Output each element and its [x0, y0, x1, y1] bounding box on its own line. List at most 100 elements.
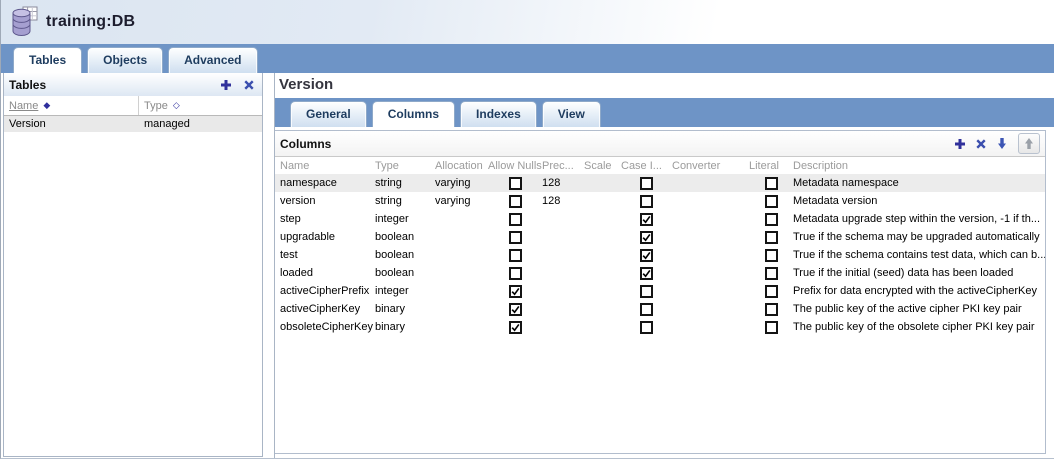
move-up-button[interactable] [1018, 133, 1040, 154]
allow-nulls-checkbox-unchecked[interactable] [509, 195, 522, 208]
main-tabband: TablesObjectsAdvanced [1, 44, 1054, 73]
tables-sort-by-name[interactable]: Name ◆ [4, 96, 139, 115]
detail-panel: Version GeneralColumnsIndexesView Column… [274, 73, 1054, 458]
case-insensitive-checkbox-unchecked[interactable] [640, 177, 653, 190]
name-cell: upgradable [280, 231, 375, 243]
tab-objects[interactable]: Objects [87, 47, 163, 73]
tables-sort-by-type[interactable]: Type ◇ [139, 100, 180, 112]
move-down-button[interactable] [996, 137, 1008, 150]
type-cell: binary [375, 303, 435, 315]
titlebar: training:DB [1, 0, 1054, 44]
column-header-scale[interactable]: Scale [584, 160, 621, 172]
tab-advanced[interactable]: Advanced [168, 47, 257, 73]
plus-icon [221, 80, 231, 90]
detail-tab-columns[interactable]: Columns [372, 101, 455, 127]
allocation-cell: varying [435, 177, 488, 189]
literal-cell [749, 249, 793, 262]
literal-checkbox-unchecked[interactable] [765, 321, 778, 334]
type-cell: boolean [375, 249, 435, 261]
detail-tab-indexes[interactable]: Indexes [460, 101, 537, 127]
column-header-name[interactable]: Name [280, 160, 375, 172]
table-row[interactable]: activeCipherKeybinaryThe public key of t… [275, 300, 1045, 318]
table-row[interactable]: versionstringvarying128Metadata version [275, 192, 1045, 210]
case-insensitive-checkbox-unchecked[interactable] [640, 285, 653, 298]
remove-column-button[interactable] [975, 138, 987, 150]
case-insensitive-checkbox-checked[interactable] [640, 267, 653, 280]
case-insensitive-cell [621, 321, 672, 334]
remove-table-button[interactable] [243, 79, 255, 91]
description-cell: Metadata version [793, 195, 1045, 207]
literal-checkbox-unchecked[interactable] [765, 213, 778, 226]
literal-checkbox-unchecked[interactable] [765, 267, 778, 280]
literal-cell [749, 195, 793, 208]
name-column-label: Name [9, 100, 38, 112]
columns-toolbar: Columns [275, 131, 1045, 157]
allow-nulls-checkbox-unchecked[interactable] [509, 213, 522, 226]
detail-tab-general[interactable]: General [290, 101, 367, 127]
column-header-allocation[interactable]: Allocation [435, 160, 488, 172]
allow-nulls-cell [488, 285, 542, 298]
case-insensitive-checkbox-checked[interactable] [640, 213, 653, 226]
tab-tables[interactable]: Tables [13, 47, 82, 73]
table-row[interactable]: loadedbooleanTrue if the initial (seed) … [275, 264, 1045, 282]
column-header-literal[interactable]: Literal [749, 160, 793, 172]
plus-icon [955, 139, 965, 149]
table-row[interactable]: Versionmanaged [4, 116, 262, 132]
column-header-type[interactable]: Type [375, 160, 435, 172]
columns-panel-title: Columns [280, 137, 954, 151]
type-cell: integer [375, 213, 435, 225]
literal-checkbox-unchecked[interactable] [765, 285, 778, 298]
description-cell: True if the initial (seed) data has been… [793, 267, 1045, 279]
allow-nulls-cell [488, 213, 542, 226]
database-table-icon [10, 6, 40, 38]
arrow-down-icon [998, 138, 1006, 149]
literal-cell [749, 177, 793, 190]
column-header-converter[interactable]: Converter [672, 160, 749, 172]
detail-title: Version [279, 76, 1054, 93]
literal-checkbox-unchecked[interactable] [765, 303, 778, 316]
column-header-case-i[interactable]: Case I... [621, 160, 672, 172]
column-header-allow-nulls[interactable]: Allow Nulls [488, 160, 542, 172]
case-insensitive-checkbox-unchecked[interactable] [640, 303, 653, 316]
delete-x-icon [976, 139, 985, 148]
add-table-button[interactable] [220, 79, 232, 91]
table-row[interactable]: activeCipherPrefixintegerPrefix for data… [275, 282, 1045, 300]
literal-checkbox-unchecked[interactable] [765, 195, 778, 208]
allow-nulls-cell [488, 177, 542, 190]
allow-nulls-checkbox-checked[interactable] [509, 303, 522, 316]
description-cell: Metadata namespace [793, 177, 1045, 189]
name-cell: obsoleteCipherKey [280, 321, 375, 333]
case-insensitive-checkbox-unchecked[interactable] [640, 321, 653, 334]
name-cell: version [280, 195, 375, 207]
allow-nulls-checkbox-unchecked[interactable] [509, 249, 522, 262]
table-row[interactable]: namespacestringvarying128Metadata namesp… [275, 174, 1045, 192]
add-column-button[interactable] [954, 138, 966, 150]
allow-nulls-checkbox-unchecked[interactable] [509, 231, 522, 244]
table-row[interactable]: obsoleteCipherKeybinaryThe public key of… [275, 318, 1045, 336]
table-row[interactable]: testbooleanTrue if the schema contains t… [275, 246, 1045, 264]
allow-nulls-cell [488, 321, 542, 334]
allow-nulls-checkbox-unchecked[interactable] [509, 267, 522, 280]
detail-tab-view[interactable]: View [542, 101, 601, 127]
literal-checkbox-unchecked[interactable] [765, 249, 778, 262]
name-cell: test [280, 249, 375, 261]
case-insensitive-checkbox-unchecked[interactable] [640, 195, 653, 208]
case-insensitive-cell [621, 195, 672, 208]
case-insensitive-checkbox-checked[interactable] [640, 249, 653, 262]
literal-cell [749, 321, 793, 334]
column-header-prec[interactable]: Prec... [542, 160, 584, 172]
allow-nulls-checkbox-checked[interactable] [509, 321, 522, 334]
column-header-description[interactable]: Description [793, 160, 1045, 172]
case-insensitive-checkbox-checked[interactable] [640, 231, 653, 244]
table-row[interactable]: upgradablebooleanTrue if the schema may … [275, 228, 1045, 246]
literal-checkbox-unchecked[interactable] [765, 177, 778, 190]
name-cell: activeCipherKey [280, 303, 375, 315]
tables-list-header: Name ◆ Type ◇ [4, 96, 262, 116]
allow-nulls-checkbox-unchecked[interactable] [509, 177, 522, 190]
literal-checkbox-unchecked[interactable] [765, 231, 778, 244]
allow-nulls-cell [488, 267, 542, 280]
hollow-diamond-sort-icon: ◇ [173, 100, 180, 111]
table-row[interactable]: stepintegerMetadata upgrade step within … [275, 210, 1045, 228]
case-insensitive-cell [621, 285, 672, 298]
allow-nulls-checkbox-checked[interactable] [509, 285, 522, 298]
